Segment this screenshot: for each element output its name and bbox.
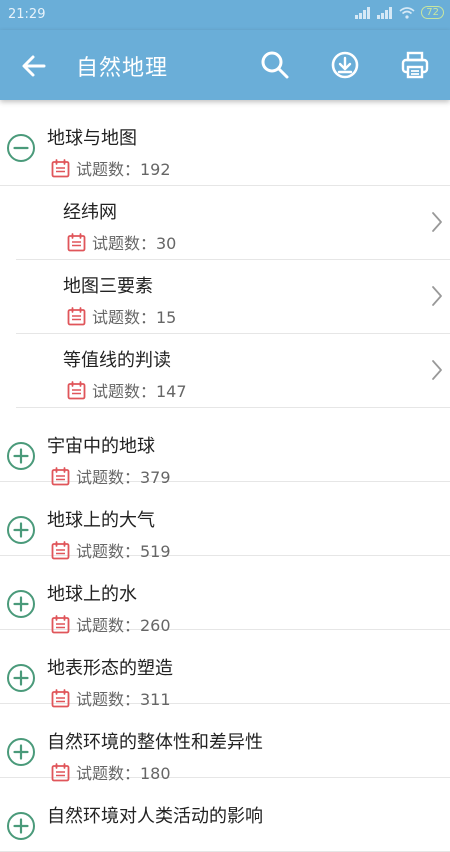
chapter-name: 自然环境对人类活动的影响 xyxy=(47,806,263,827)
print-icon[interactable] xyxy=(399,49,431,81)
subchapter-row[interactable]: 等值线的判读试题数：147 xyxy=(16,334,450,408)
subchapter-name: 地图三要素 xyxy=(63,276,153,297)
wifi-icon xyxy=(399,6,415,19)
calendar-icon xyxy=(67,306,86,325)
expand-icon[interactable] xyxy=(6,441,36,471)
chapter-name: 地球与地图 xyxy=(47,128,137,149)
calendar-icon xyxy=(67,380,86,399)
chapter-name: 宇宙中的地球 xyxy=(47,436,155,457)
chapter-row[interactable]: 宇宙中的地球 试题数：379 xyxy=(0,408,450,487)
question-count-label: 试题数：30 xyxy=(92,234,177,253)
subchapter-name: 等值线的判读 xyxy=(63,350,171,371)
signal-icon-2 xyxy=(377,6,393,19)
chapter-name: 地球上的大气 xyxy=(47,510,155,531)
subchapter-row[interactable]: 经纬网试题数：30 xyxy=(16,186,450,260)
status-icons: 72 xyxy=(355,6,444,19)
chevron-right-icon xyxy=(432,286,442,306)
chapter-row[interactable]: 自然环境的整体性和差异性 试题数：180 xyxy=(0,704,450,783)
signal-icon xyxy=(355,6,371,19)
question-count: 试题数：15 xyxy=(67,304,176,328)
status-bar: 21:29 72 xyxy=(0,0,450,30)
calendar-icon xyxy=(67,232,86,251)
calendar-icon xyxy=(51,158,70,177)
collapse-icon[interactable] xyxy=(6,133,36,163)
battery-icon: 72 xyxy=(421,6,444,19)
question-count: 试题数：30 xyxy=(67,230,176,254)
chapter-name: 地球上的水 xyxy=(47,584,137,605)
chapter-row[interactable]: 地球上的大气 试题数：519 xyxy=(0,482,450,561)
app-bar: 自然地理 xyxy=(0,30,450,100)
page-title: 自然地理 xyxy=(76,56,169,81)
question-count: 试题数：147 xyxy=(67,378,187,402)
download-icon[interactable] xyxy=(329,49,361,81)
chapter-name: 自然环境的整体性和差异性 xyxy=(47,732,263,753)
expand-icon[interactable] xyxy=(6,515,36,545)
chevron-right-icon xyxy=(432,360,442,380)
question-count-label: 试题数：147 xyxy=(92,382,187,401)
expand-icon[interactable] xyxy=(6,589,36,619)
chapter-row[interactable]: 地表形态的塑造 试题数：311 xyxy=(0,630,450,709)
chapter-row[interactable]: 地球与地图试题数：192 xyxy=(0,100,450,186)
status-time: 21:29 xyxy=(8,7,46,22)
search-icon[interactable] xyxy=(259,49,291,81)
back-arrow-icon[interactable] xyxy=(20,52,48,80)
chapter-row[interactable]: 自然环境对人类活动的影响 xyxy=(0,778,450,852)
chapter-list: 地球与地图 试题数：192 经纬网 试题数：30 地图三要素 试题数：15 等值线的判读 试题… xyxy=(0,100,450,852)
question-count: 试题数：192 xyxy=(51,156,171,180)
subchapter-name: 经纬网 xyxy=(63,202,117,223)
expand-icon[interactable] xyxy=(6,663,36,693)
question-count-label: 试题数：15 xyxy=(92,308,177,327)
subchapter-row[interactable]: 地图三要素试题数：15 xyxy=(16,260,450,334)
chapter-row[interactable]: 地球上的水 试题数：260 xyxy=(0,556,450,635)
expand-icon[interactable] xyxy=(6,811,36,841)
chapter-name: 地表形态的塑造 xyxy=(47,658,173,679)
chevron-right-icon xyxy=(432,212,442,232)
question-count-label: 试题数：192 xyxy=(76,160,171,179)
expand-icon[interactable] xyxy=(6,737,36,767)
